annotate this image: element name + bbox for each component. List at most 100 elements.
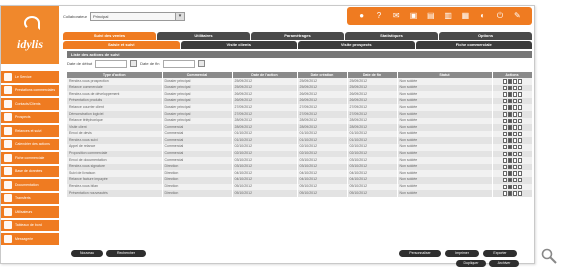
- delete-icon[interactable]: [507, 92, 512, 97]
- delete-icon[interactable]: [507, 184, 512, 190]
- edit-icon[interactable]: [502, 164, 507, 170]
- edit-icon[interactable]: [502, 151, 507, 157]
- print-icon[interactable]: ▣: [410, 12, 418, 20]
- folder-icon[interactable]: ▤: [427, 12, 435, 20]
- view-icon[interactable]: [512, 85, 517, 91]
- select-checkbox[interactable]: [517, 125, 522, 130]
- table-row[interactable]: Démonstration logiciel Dossier principal 2…: [67, 110, 533, 118]
- mail-icon[interactable]: ✉: [392, 12, 400, 20]
- table-row[interactable]: Rendez-vous de développement Dossier prin…: [67, 91, 533, 98]
- select-checkbox[interactable]: [517, 138, 522, 143]
- tools-icon[interactable]: ✎: [513, 12, 521, 20]
- select-checkbox[interactable]: [517, 158, 522, 163]
- sidebar-item[interactable]: Prospects: [1, 111, 59, 123]
- delete-icon[interactable]: [507, 79, 512, 84]
- view-icon[interactable]: [512, 92, 517, 97]
- table-row[interactable]: Visite client Commercial 28/09/2012 28/09/2…: [67, 124, 533, 131]
- delete-icon[interactable]: [507, 191, 512, 196]
- view-icon[interactable]: [512, 79, 517, 84]
- filter-from-input[interactable]: [95, 59, 128, 68]
- table-row[interactable]: Suivi de livraison Direction 04/10/2012 04/…: [67, 170, 533, 177]
- app-logo[interactable]: idylis: [1, 6, 59, 64]
- collaborator-select[interactable]: Principal ▾: [90, 12, 186, 21]
- delete-icon[interactable]: [507, 177, 512, 183]
- export-button[interactable]: Exporter: [483, 250, 517, 257]
- delete-icon[interactable]: [507, 112, 512, 117]
- table-row[interactable]: Proposition commerciale Commercial 02/10/2…: [67, 150, 533, 158]
- edit-icon[interactable]: [502, 92, 507, 97]
- view-icon[interactable]: [512, 151, 517, 157]
- view-icon[interactable]: [512, 177, 517, 183]
- table-row[interactable]: Rendez-vous suivi Commercial 01/10/2012 01/…: [67, 137, 533, 144]
- view-icon[interactable]: [512, 131, 517, 137]
- select-checkbox[interactable]: [517, 151, 522, 157]
- delete-icon[interactable]: [507, 98, 512, 104]
- zoom-icon[interactable]: [541, 248, 557, 264]
- select-checkbox[interactable]: [517, 171, 522, 176]
- sidebar-item[interactable]: Contacts/Clients: [1, 98, 59, 110]
- delete-icon[interactable]: [507, 151, 512, 157]
- power-icon[interactable]: ⏻: [496, 12, 504, 20]
- tab-saisie-suivi[interactable]: Saisie et suivi: [63, 41, 180, 49]
- tab-parametrages[interactable]: Paramétrages: [251, 32, 344, 40]
- edit-icon[interactable]: [502, 125, 507, 130]
- tab-utilitaires[interactable]: Utilitaires: [157, 32, 250, 40]
- delete-icon[interactable]: [507, 125, 512, 130]
- view-icon[interactable]: [512, 125, 517, 130]
- select-checkbox[interactable]: [517, 79, 522, 84]
- view-icon[interactable]: [512, 118, 517, 124]
- select-checkbox[interactable]: [517, 85, 522, 91]
- delete-icon[interactable]: [507, 118, 512, 124]
- table-row[interactable]: Envoi de documentation Commercial 03/10/20…: [67, 157, 533, 164]
- edit-icon[interactable]: [502, 144, 507, 150]
- edit-icon[interactable]: [502, 118, 507, 124]
- table-row[interactable]: Relance commerciale Dossier principal 25/0…: [67, 84, 533, 92]
- edit-icon[interactable]: [502, 184, 507, 190]
- sidebar-item[interactable]: Base de données: [1, 165, 59, 177]
- filter-to-input[interactable]: [162, 59, 195, 68]
- user-icon[interactable]: ●: [358, 12, 366, 20]
- select-checkbox[interactable]: [517, 184, 522, 190]
- select-checkbox[interactable]: [517, 105, 522, 110]
- refresh-icon[interactable]: ◐: [479, 12, 487, 20]
- select-checkbox[interactable]: [517, 118, 522, 124]
- delete-icon[interactable]: [507, 164, 512, 170]
- sidebar-item[interactable]: Le Service: [1, 71, 59, 83]
- sidebar-item[interactable]: Calendrier des actions: [1, 138, 59, 150]
- sidebar-item[interactable]: Documentation: [1, 179, 59, 191]
- sidebar-item[interactable]: Prestations commerciales: [1, 84, 59, 96]
- select-checkbox[interactable]: [517, 112, 522, 117]
- chat-icon[interactable]: ▦: [461, 12, 470, 20]
- edit-icon[interactable]: [502, 98, 507, 104]
- view-icon[interactable]: [512, 171, 517, 176]
- delete-icon[interactable]: [507, 131, 512, 137]
- delete-icon[interactable]: [507, 158, 512, 163]
- delete-icon[interactable]: [507, 85, 512, 91]
- delete-icon[interactable]: [507, 171, 512, 176]
- sidebar-item[interactable]: Relances et suivi: [1, 125, 59, 137]
- tab-visite-clients[interactable]: Visite clients: [180, 41, 297, 49]
- edit-icon[interactable]: [502, 79, 507, 84]
- new-button[interactable]: Nouveau: [71, 250, 103, 257]
- delete-icon[interactable]: [507, 144, 512, 150]
- sidebar-item[interactable]: Transferts: [1, 192, 59, 204]
- view-icon[interactable]: [512, 144, 517, 150]
- edit-icon[interactable]: [502, 177, 507, 183]
- tab-statistiques[interactable]: Statistiques: [345, 32, 438, 40]
- table-row[interactable]: Rendez-vous bilan Direction 05/10/2012 05/1…: [67, 183, 533, 191]
- tab-suivi-ventes[interactable]: Suivi des ventes: [63, 32, 156, 40]
- edit-icon[interactable]: [502, 171, 507, 176]
- select-checkbox[interactable]: [517, 177, 522, 183]
- sidebar-item[interactable]: Utilisateurs: [1, 206, 59, 218]
- edit-icon[interactable]: [502, 158, 507, 163]
- sidebar-item[interactable]: Tableaux de bord: [1, 219, 59, 231]
- edit-icon[interactable]: [502, 131, 507, 137]
- delete-icon[interactable]: [507, 105, 512, 110]
- trash-icon[interactable]: ▥: [444, 12, 452, 20]
- table-row[interactable]: Relance téléphonique Dossier principal 28/…: [67, 117, 533, 125]
- view-icon[interactable]: [512, 158, 517, 163]
- help-icon[interactable]: ?: [375, 12, 383, 20]
- sidebar-item[interactable]: Messagerie: [1, 233, 59, 245]
- sidebar-item[interactable]: Fiche commerciale: [1, 152, 59, 164]
- edit-icon[interactable]: [502, 105, 507, 110]
